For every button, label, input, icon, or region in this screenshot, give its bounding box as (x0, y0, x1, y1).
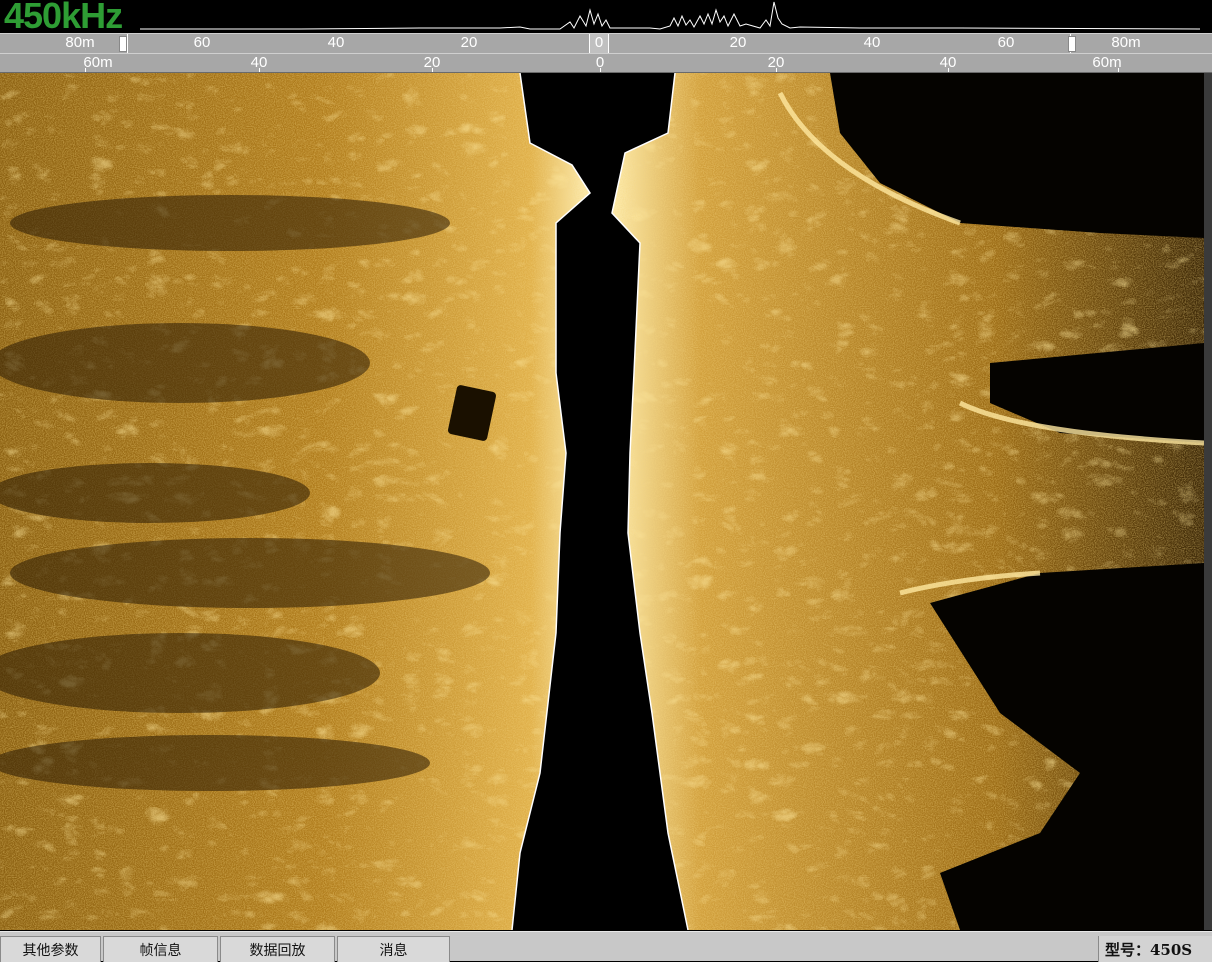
scale-top-tick: 0 (594, 34, 604, 51)
amplitude-waveform (140, 1, 1201, 30)
tab-messages[interactable]: 消息 (337, 936, 450, 962)
scale-top-tick: 60 (997, 34, 1015, 51)
range-handle-right[interactable] (1068, 36, 1076, 52)
vertical-scrollbar[interactable] (1204, 73, 1212, 930)
sidescan-sonar-image[interactable] (0, 73, 1204, 930)
tab-other-params[interactable]: 其他参数 (0, 936, 101, 962)
waveform-panel: 450kHz (0, 0, 1212, 36)
model-label: 型号：450S (1098, 936, 1212, 962)
tab-data-playback[interactable]: 数据回放 (220, 936, 335, 962)
scale-top-tick: 40 (863, 34, 881, 51)
range-scale-bottom: 60m 40 20 0 20 40 60m (0, 53, 1212, 73)
scale-top-tick: 20 (729, 34, 747, 51)
sonar-texture (0, 73, 1204, 930)
tab-frame-info[interactable]: 帧信息 (103, 936, 218, 962)
scale-bottom-left-label: 60m (83, 54, 113, 71)
range-handle-left[interactable] (119, 36, 127, 52)
scale-top-tick: 20 (460, 34, 478, 51)
scale-top-tick: 40 (327, 34, 345, 51)
range-scale-top: 80m 60 40 20 0 20 40 60 80m (0, 33, 1212, 53)
scale-top-right-label: 80m (1111, 34, 1141, 51)
bottom-tab-bar: 其他参数 帧信息 数据回放 消息 型号：450S (0, 931, 1212, 962)
scale-top-tick: 60 (193, 34, 211, 51)
scale-top-left-label: 80m (65, 34, 95, 51)
